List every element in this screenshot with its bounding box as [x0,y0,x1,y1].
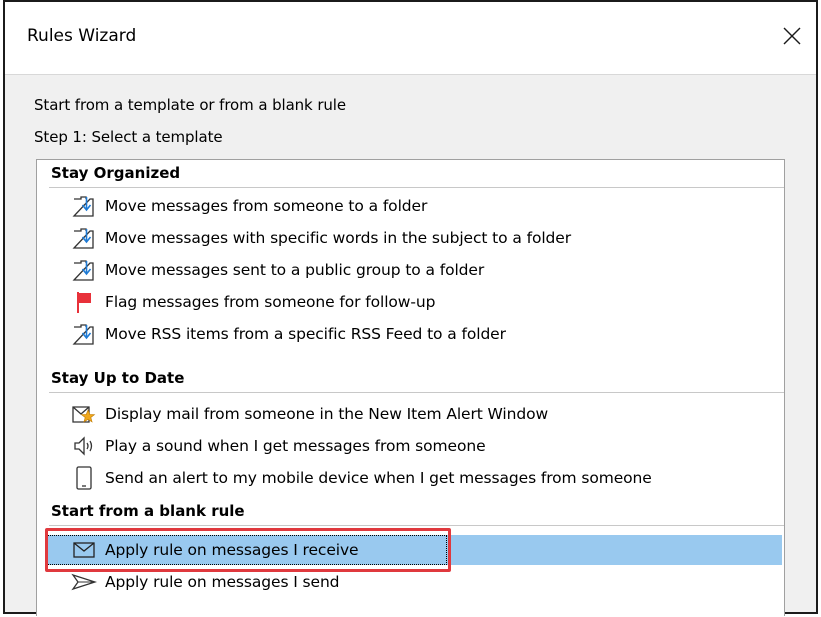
dialog-title: Rules Wizard [27,26,137,46]
rules-wizard-dialog: Rules Wizard Start from a template or fr… [3,0,818,616]
speaker-icon [71,433,97,459]
move-to-folder-icon [71,193,97,219]
move-to-folder-icon [71,321,97,347]
red-annotation-box [45,528,451,572]
list-item-flag-follow-up[interactable]: Flag messages from someone for follow-up [71,286,780,318]
list-item-play-sound[interactable]: Play a sound when I get messages from so… [71,430,780,462]
list-item-move-public-group[interactable]: Move messages sent to a public group to … [71,254,780,286]
list-item-move-rss[interactable]: Move RSS items from a specific RSS Feed … [71,318,780,350]
group-divider [49,392,784,393]
list-item-label: Send an alert to my mobile device when I… [105,469,652,487]
list-item-label: Move RSS items from a specific RSS Feed … [105,325,506,343]
list-item-move-specific-words[interactable]: Move messages with specific words in the… [71,222,780,254]
template-list[interactable]: Stay Organized Move messages from someon… [36,159,785,616]
close-icon [783,27,801,45]
group-divider [49,525,784,526]
move-to-folder-icon [71,225,97,251]
list-item-label: Display mail from someone in the New Ite… [105,405,549,423]
list-item-label: Play a sound when I get messages from so… [105,437,486,455]
list-item-label: Move messages sent to a public group to … [105,261,485,279]
title-divider [5,74,816,75]
intro-text: Start from a template or from a blank ru… [34,96,346,114]
list-item-label: Apply rule on messages I send [105,573,340,591]
group-header-stay-organized: Stay Organized [51,164,181,182]
group-header-stay-up-to-date: Stay Up to Date [51,369,185,387]
list-item-label: Move messages from someone to a folder [105,197,428,215]
send-arrow-icon [71,569,97,595]
list-item-new-item-alert[interactable]: Display mail from someone in the New Ite… [71,398,780,430]
new-item-alert-icon [71,401,97,427]
mobile-device-icon [71,465,97,491]
group-header-blank-rule: Start from a blank rule [51,502,245,520]
step-label: Step 1: Select a template [34,128,223,146]
group-divider [49,187,784,188]
red-flag-icon [71,289,97,315]
list-item-label: Flag messages from someone for follow-up [105,293,436,311]
close-button[interactable] [772,18,812,54]
list-item-mobile-alert[interactable]: Send an alert to my mobile device when I… [71,462,780,494]
move-to-folder-icon [71,257,97,283]
list-item-label: Move messages with specific words in the… [105,229,571,247]
list-item-move-from-someone[interactable]: Move messages from someone to a folder [71,190,780,222]
title-bar: Rules Wizard [5,2,816,74]
